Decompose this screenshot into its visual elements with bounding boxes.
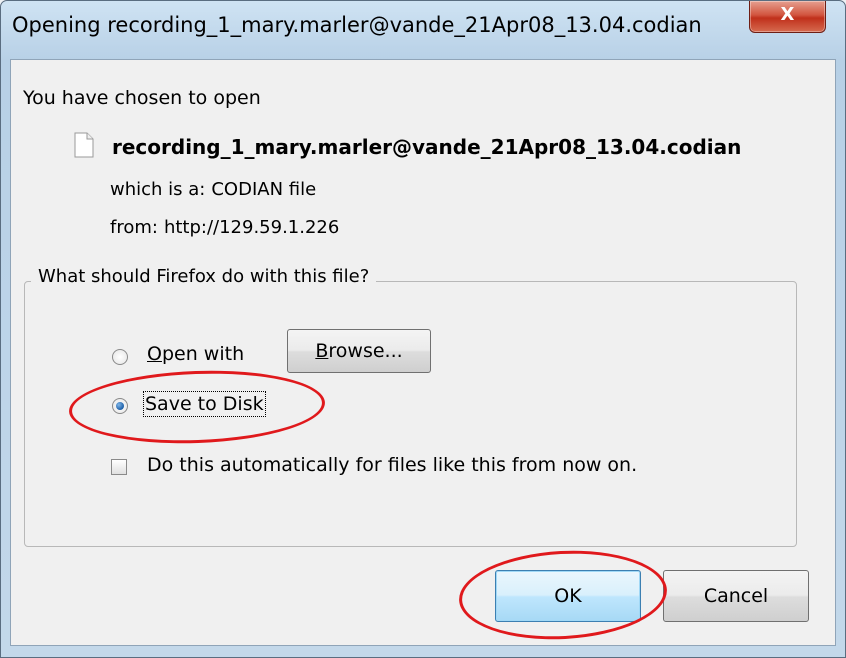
browse-button-label: rowse... <box>328 340 403 362</box>
file-type-value: CODIAN file <box>211 179 317 200</box>
file-type-row: which is a: CODIAN file <box>110 179 316 200</box>
file-name: recording_1_mary.marler@vande_21Apr08_13… <box>112 135 742 159</box>
title-bar[interactable]: Opening recording_1_mary.marler@vande_21… <box>1 1 845 59</box>
intro-text: You have chosen to open <box>23 87 261 109</box>
auto-action-label[interactable]: Do this automatically for files like thi… <box>147 454 637 476</box>
cancel-button[interactable]: Cancel <box>663 570 809 622</box>
close-button[interactable]: X <box>749 1 826 33</box>
file-icon <box>74 132 94 158</box>
auto-action-checkbox[interactable] <box>111 459 127 475</box>
download-dialog: Opening recording_1_mary.marler@vande_21… <box>0 0 846 658</box>
open-with-radio[interactable] <box>112 349 128 365</box>
file-source-label: from: <box>110 217 158 238</box>
dialog-title: Opening recording_1_mary.marler@vande_21… <box>12 13 702 37</box>
browse-button[interactable]: Browse... <box>287 329 431 373</box>
action-group-legend: What should Firefox do with this file? <box>31 266 377 287</box>
file-source-row: from: http://129.59.1.226 <box>110 217 339 238</box>
open-with-label[interactable]: Open with <box>147 343 244 365</box>
open-with-label-text: pen with <box>161 343 245 365</box>
file-type-label: which is a: <box>110 179 206 200</box>
file-source-value: http://129.59.1.226 <box>163 217 340 238</box>
close-icon: X <box>780 4 795 25</box>
dialog-body: You have chosen to open recording_1_mary… <box>10 59 836 646</box>
